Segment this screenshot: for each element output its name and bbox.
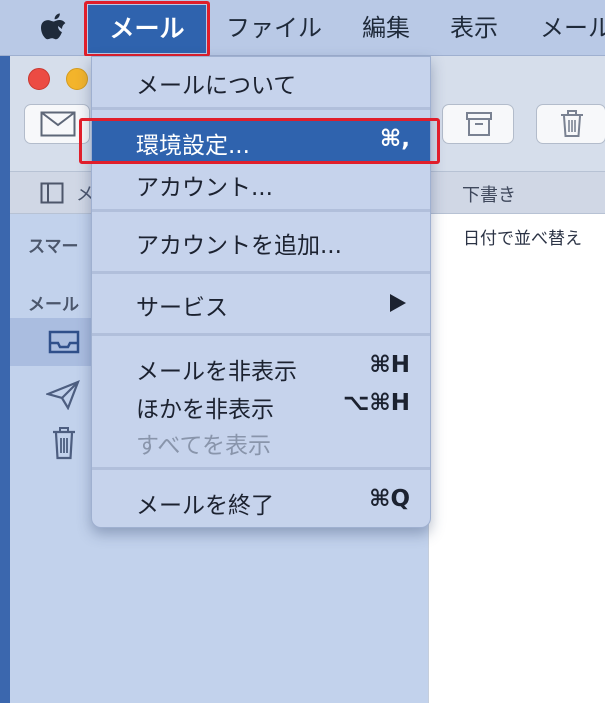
smart-mailboxes-heading: スマー xyxy=(28,237,79,257)
menu-item-label: メールを非表示 xyxy=(136,359,297,385)
drafts-tab[interactable]: 下書き xyxy=(462,181,516,207)
archive-icon xyxy=(466,112,492,136)
menu-item-hide-others[interactable]: ほかを非表示 ⌥⌘H xyxy=(92,385,430,425)
menu-separator xyxy=(92,333,430,336)
sort-by-date-button[interactable]: 日付で並べ替え xyxy=(463,224,582,249)
menu-item-label: アカウントを追加... xyxy=(136,233,342,259)
menu-item-quit-mail[interactable]: メールを終了 ⌘Q xyxy=(92,481,430,521)
menu-view[interactable]: 表示 xyxy=(450,0,498,56)
preferences-annotation-box xyxy=(79,118,440,164)
trash-mailbox-icon[interactable] xyxy=(50,426,78,460)
menu-item-shortcut: ⌘Q xyxy=(369,486,410,512)
window-edge xyxy=(0,56,10,703)
menu-separator xyxy=(92,209,430,212)
menu-mailbox[interactable]: メール xyxy=(540,0,605,56)
menu-item-shortcut: ⌘H xyxy=(369,352,410,378)
sent-icon[interactable] xyxy=(46,380,80,410)
minimize-window-button[interactable] xyxy=(66,68,88,90)
menu-item-about-mail[interactable]: メールについて xyxy=(92,61,430,101)
sidebar-toggle-icon[interactable] xyxy=(40,182,64,204)
menu-separator xyxy=(92,271,430,274)
menu-mail-annotation-box xyxy=(84,1,210,57)
menu-item-label: サービス xyxy=(136,295,228,321)
menu-item-services[interactable]: サービス xyxy=(92,283,430,323)
submenu-arrow-icon xyxy=(390,294,406,312)
menu-item-label: メールを終了 xyxy=(136,493,274,519)
menu-edit[interactable]: 編集 xyxy=(362,0,410,56)
mailboxes-heading: メール xyxy=(28,295,79,315)
menu-item-label: アカウント... xyxy=(136,175,273,201)
archive-button[interactable] xyxy=(442,104,514,144)
menu-separator xyxy=(92,107,430,110)
menu-item-show-all: すべてを表示 xyxy=(92,421,430,461)
message-list: 日付で並べ替え xyxy=(428,214,605,703)
menu-file[interactable]: ファイル xyxy=(226,0,322,56)
inbox-icon[interactable] xyxy=(46,328,82,356)
menu-item-accounts[interactable]: アカウント... xyxy=(92,163,430,203)
envelope-icon xyxy=(40,111,76,137)
menu-item-label: すべてを表示 xyxy=(136,433,272,459)
menu-item-add-account[interactable]: アカウントを追加... xyxy=(92,221,430,261)
close-window-button[interactable] xyxy=(28,68,50,90)
menu-item-label: メールについて xyxy=(136,73,297,99)
menu-item-label: ほかを非表示 xyxy=(136,397,274,423)
menu-item-hide-mail[interactable]: メールを非表示 ⌘H xyxy=(92,347,430,387)
menu-item-shortcut: ⌥⌘H xyxy=(342,390,410,416)
delete-button[interactable] xyxy=(536,104,605,144)
apple-icon[interactable] xyxy=(38,10,72,46)
menu-separator xyxy=(92,467,430,470)
trash-icon xyxy=(561,110,583,137)
